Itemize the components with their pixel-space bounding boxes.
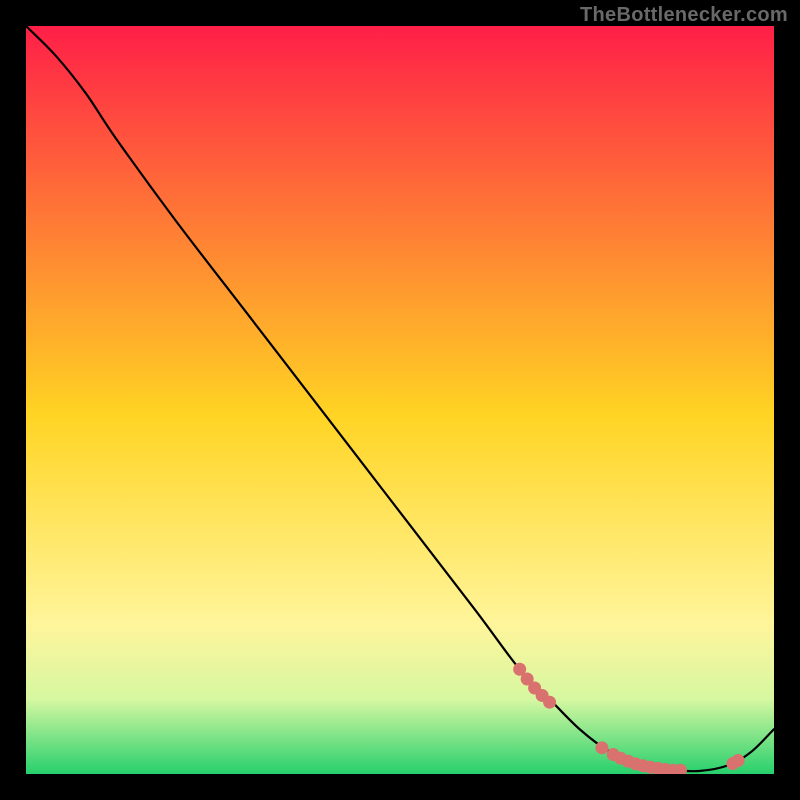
chart-frame: TheBottlenecker.com: [0, 0, 800, 800]
chart-svg: [26, 26, 774, 774]
attribution-text: TheBottlenecker.com: [580, 4, 788, 27]
chart-plot-area: [26, 26, 774, 774]
chart-background: [26, 26, 774, 774]
highlight-marker: [543, 696, 556, 709]
highlight-marker: [732, 754, 745, 767]
highlight-marker: [595, 741, 608, 754]
